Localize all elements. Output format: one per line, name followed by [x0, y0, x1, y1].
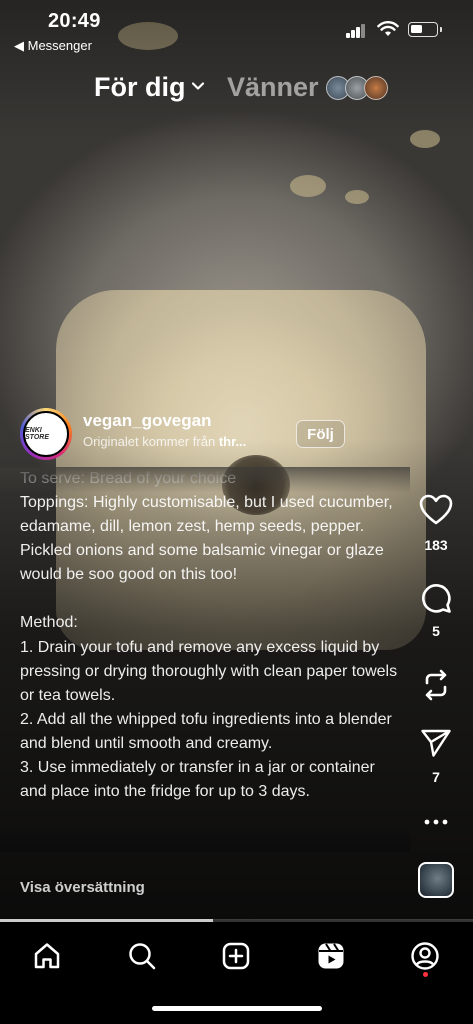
avatar-logo-text: ENKI STORE: [25, 427, 49, 441]
caption-line: [20, 587, 400, 611]
like-count: 183: [424, 537, 448, 553]
comment-icon: [422, 584, 451, 613]
status-bar: 20:49 ◀ Messenger: [0, 0, 473, 60]
share-button[interactable]: 7: [414, 728, 458, 785]
comment-count: 5: [432, 623, 440, 639]
author-avatar[interactable]: ENKI STORE: [20, 408, 72, 460]
nav-search[interactable]: [122, 936, 162, 976]
search-icon: [129, 943, 156, 970]
caption-line: 2. Add all the whipped tofu ingredients …: [20, 710, 397, 752]
battery-icon: [408, 22, 442, 37]
send-icon: [421, 729, 451, 757]
follow-button[interactable]: Följ: [296, 420, 345, 448]
repost-icon: [425, 669, 447, 701]
home-indicator: [152, 1006, 322, 1011]
status-time: 20:49: [48, 10, 101, 32]
caption-line: Method:: [20, 614, 78, 632]
caption-line: 1. Drain your tofu and remove any excess…: [20, 638, 398, 704]
original-audio-source[interactable]: Originalet kommer från thr...: [83, 434, 246, 449]
caption-line: To serve: Bread of your choice: [20, 470, 237, 487]
chevron-down-icon[interactable]: [191, 81, 205, 91]
more-horizontal-icon: [424, 819, 448, 825]
create-post-icon: [222, 942, 250, 970]
comment-button[interactable]: 5: [414, 582, 458, 639]
audio-thumbnail[interactable]: [418, 862, 454, 898]
reels-icon: [318, 943, 344, 969]
post-caption[interactable]: To serve: Bread of your choice Toppings:…: [20, 467, 400, 851]
tab-for-you[interactable]: För dig: [94, 72, 185, 103]
heart-icon: [419, 494, 453, 525]
notification-dot: [423, 972, 428, 977]
author-username[interactable]: vegan_govegan: [83, 411, 212, 431]
tab-friends[interactable]: Vänner: [227, 72, 319, 103]
more-options-button[interactable]: [414, 812, 458, 830]
caption-line: 3. Use immediately or transfer in a jar …: [20, 759, 380, 801]
caption-line: Toppings: Highly customisable, but I use…: [20, 494, 398, 584]
nav-profile[interactable]: [405, 936, 445, 976]
nav-reels[interactable]: [311, 936, 351, 976]
show-translation-link[interactable]: Visa översättning: [20, 879, 145, 896]
nav-home[interactable]: [27, 936, 67, 976]
profile-icon: [411, 942, 439, 970]
friends-avatars[interactable]: [326, 76, 388, 102]
repost-button[interactable]: [414, 668, 458, 707]
like-button[interactable]: 183: [414, 494, 458, 553]
nav-create[interactable]: [216, 936, 256, 976]
wifi-icon: [377, 21, 399, 36]
feed-tabs: För dig Vänner: [0, 72, 473, 108]
home-icon: [34, 943, 60, 969]
cellular-signal-icon: [346, 24, 366, 38]
back-to-app-link[interactable]: ◀ Messenger: [14, 38, 92, 54]
share-count: 7: [432, 769, 440, 785]
